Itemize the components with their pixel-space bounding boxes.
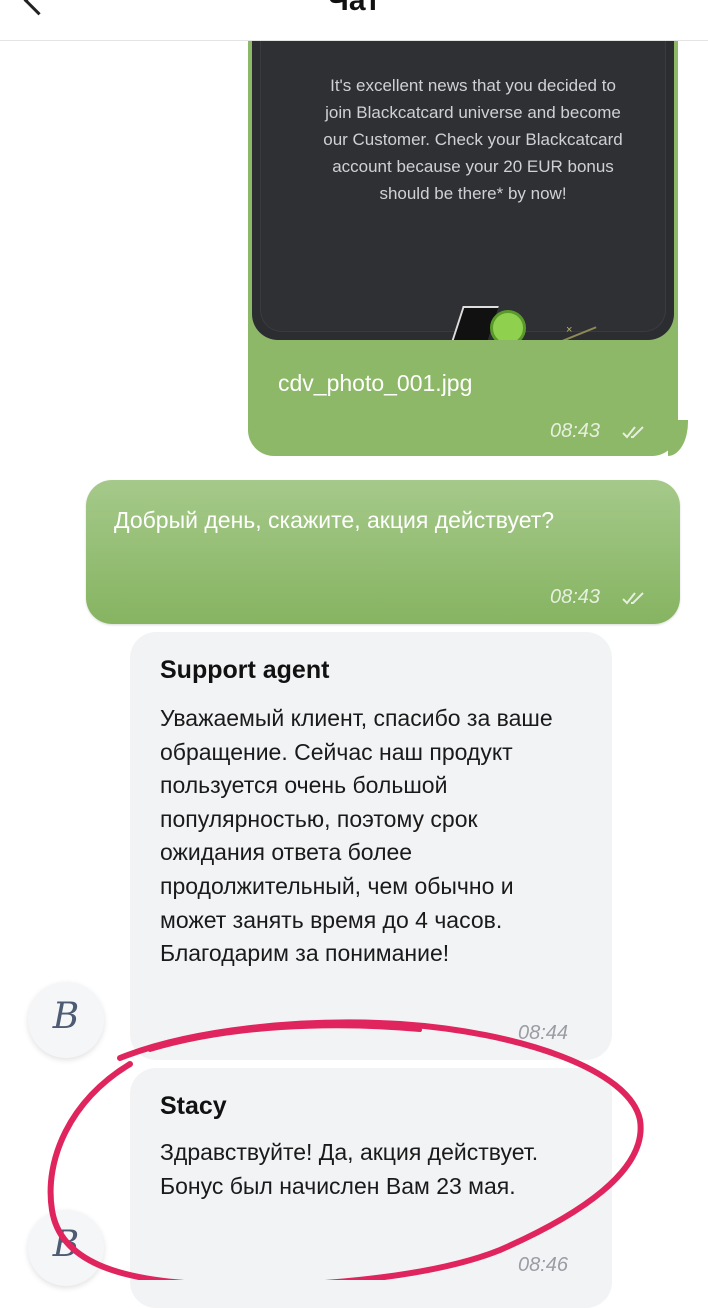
outgoing-message-bubble[interactable]: Добрый день, скажите, акция действует? 0… bbox=[86, 480, 680, 624]
avatar-letter: B bbox=[52, 996, 80, 1037]
image-body-text: It's excellent news that you decided to … bbox=[323, 76, 623, 203]
avatar-letter: B bbox=[52, 1224, 80, 1265]
incoming-message-bubble[interactable]: Support agent Уважаемый клиент, спасибо … bbox=[130, 632, 612, 1060]
message-text: Добрый день, скажите, акция действует? bbox=[114, 507, 555, 533]
double-check-icon bbox=[622, 426, 644, 439]
page-title: Чат bbox=[327, 0, 381, 17]
sender-name: Stacy bbox=[160, 1092, 227, 1120]
decor-x-icon: × bbox=[566, 324, 573, 336]
double-check-icon bbox=[622, 592, 644, 605]
message-time: 08:44 bbox=[518, 1022, 569, 1044]
message-time: 08:43 bbox=[550, 586, 601, 608]
message-time: 08:46 bbox=[518, 1254, 569, 1276]
image-phone-frame: Awesome! It's excellent news that you de… bbox=[260, 40, 666, 340]
image-message-bubble[interactable]: Awesome! It's excellent news that you de… bbox=[248, 40, 678, 456]
coin-icon bbox=[490, 310, 526, 340]
message-text: Здравствуйте! Да, акция действует. Бонус… bbox=[160, 1139, 539, 1199]
sender-name: Support agent bbox=[160, 656, 330, 684]
avatar[interactable]: B bbox=[28, 1210, 104, 1286]
message-time: 08:43 bbox=[550, 420, 601, 442]
message-text: Уважаемый клиент, спасибо за ваше обраще… bbox=[160, 705, 553, 967]
incoming-message-bubble[interactable]: Stacy Здравствуйте! Да, акция действует.… bbox=[130, 1068, 612, 1308]
avatar[interactable]: B bbox=[28, 982, 104, 1058]
image-preview[interactable]: Awesome! It's excellent news that you de… bbox=[252, 40, 674, 340]
image-title: Awesome! bbox=[260, 40, 666, 48]
file-name[interactable]: cdv_photo_001.jpg bbox=[278, 370, 472, 397]
chat-header: Чат bbox=[0, 0, 708, 41]
